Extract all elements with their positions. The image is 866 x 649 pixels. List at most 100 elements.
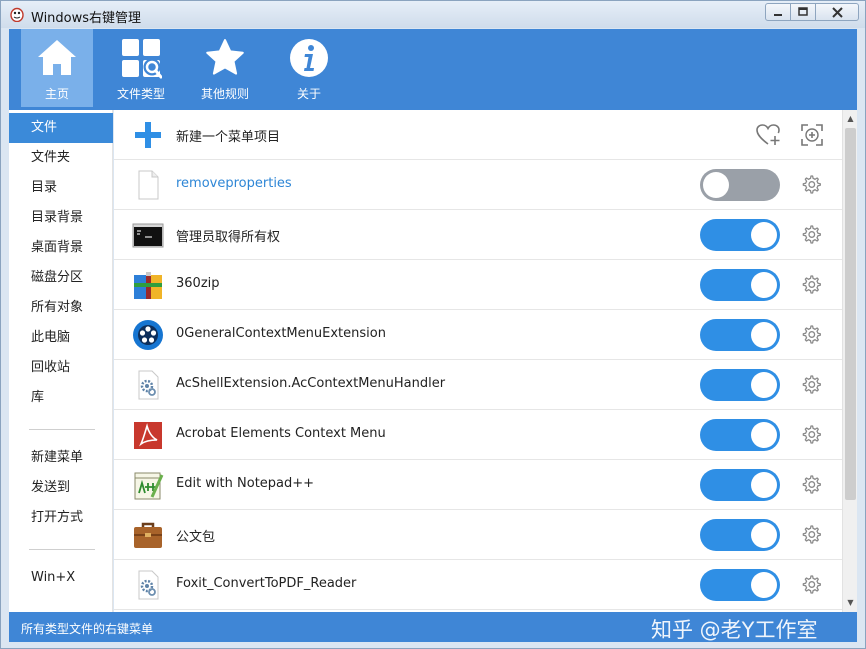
list-item[interactable]: Acrobat Elements Context Menu xyxy=(114,410,842,460)
close-button[interactable] xyxy=(815,3,859,21)
gear-icon[interactable] xyxy=(800,324,822,346)
maximize-icon xyxy=(798,7,808,16)
notepad-plus-icon xyxy=(134,472,164,500)
list-item[interactable]: removeproperties xyxy=(114,160,842,210)
sidebar-item-this-pc[interactable]: 此电脑 xyxy=(9,323,113,353)
list-item[interactable]: Foxit_ConvertToPDF_Reader xyxy=(114,560,842,610)
scroll-up-icon[interactable]: ▲ xyxy=(846,114,855,124)
toggle-switch[interactable] xyxy=(700,469,780,501)
tab-file-types-label: 文件类型 xyxy=(116,87,165,101)
new-menu-item-row[interactable]: 新建一个菜单项目 xyxy=(114,110,842,160)
toggle-switch[interactable] xyxy=(700,319,780,351)
list-item[interactable]: 管理员取得所有权 xyxy=(114,210,842,260)
minimize-button[interactable] xyxy=(765,3,791,21)
info-icon xyxy=(290,39,328,77)
sidebar-item-desktop-background[interactable]: 桌面背景 xyxy=(9,233,113,263)
gear-icon[interactable] xyxy=(800,424,822,446)
list-item-label: 0GeneralContextMenuExtension xyxy=(176,326,386,341)
sidebar-item-disk-partition[interactable]: 磁盘分区 xyxy=(9,263,113,293)
list-item-label: Edit with Notepad++ xyxy=(176,476,315,491)
toggle-knob xyxy=(751,372,777,398)
dll-gear-icon xyxy=(138,570,159,600)
list-item-label: Foxit_ConvertToPDF_Reader xyxy=(176,576,357,591)
toggle-switch[interactable] xyxy=(700,269,780,301)
tab-home[interactable]: 主页 xyxy=(21,29,93,107)
toggle-knob xyxy=(751,222,777,248)
list-item-label: removeproperties xyxy=(176,176,292,191)
scroll-down-icon[interactable]: ▼ xyxy=(846,598,855,608)
main-toolbar: 主页 文件类型 其他规则 关于 xyxy=(9,29,857,110)
sidebar-item-win-x[interactable]: Win+X xyxy=(9,563,113,593)
list-scrollbar[interactable]: ▲ ▼ xyxy=(842,110,857,612)
toggle-switch[interactable] xyxy=(700,169,780,201)
title-bar[interactable]: Windows右键管理 xyxy=(1,1,865,28)
tab-about[interactable]: 关于 xyxy=(273,29,345,107)
toggle-knob xyxy=(751,272,777,298)
list-item[interactable]: 公文包 xyxy=(114,510,842,560)
list-item[interactable]: AcShellExtension.AcContextMenuHandler xyxy=(114,360,842,410)
sidebar-item-open-with[interactable]: 打开方式 xyxy=(9,503,113,533)
list-item-label: 管理员取得所有权 xyxy=(176,230,281,245)
maximize-button[interactable] xyxy=(790,3,816,21)
sidebar-item-file[interactable]: 文件 xyxy=(9,113,113,143)
scroll-thumb[interactable] xyxy=(845,128,856,500)
list-item[interactable]: 0GeneralContextMenuExtension xyxy=(114,310,842,360)
toggle-knob xyxy=(751,522,777,548)
sidebar-item-folder[interactable]: 文件夹 xyxy=(9,143,113,173)
gear-icon[interactable] xyxy=(800,274,822,296)
sidebar-item-library[interactable]: 库 xyxy=(9,383,113,413)
window-title: Windows右键管理 xyxy=(31,11,142,26)
cmd-console-icon xyxy=(132,223,164,248)
gear-icon[interactable] xyxy=(800,174,822,196)
sidebar-item-directory[interactable]: 目录 xyxy=(9,173,113,203)
file-types-search-icon xyxy=(122,39,162,79)
tab-about-label: 关于 xyxy=(296,87,321,101)
tab-other-rules-label: 其他规则 xyxy=(200,87,249,101)
close-icon xyxy=(831,6,843,18)
toggle-knob xyxy=(751,422,777,448)
gear-icon[interactable] xyxy=(800,474,822,496)
toggle-switch[interactable] xyxy=(700,519,780,551)
gear-icon[interactable] xyxy=(800,574,822,596)
minimize-icon xyxy=(774,14,782,16)
sidebar: 文件 文件夹 目录 目录背景 桌面背景 磁盘分区 所有对象 此电脑 回收站 库 … xyxy=(9,110,113,612)
dll-gear-icon xyxy=(138,370,159,400)
sidebar-item-send-to[interactable]: 发送到 xyxy=(9,473,113,503)
toggle-knob xyxy=(751,472,777,498)
sidebar-item-directory-background[interactable]: 目录背景 xyxy=(9,203,113,233)
window-controls xyxy=(765,3,859,21)
favorite-add-icon[interactable] xyxy=(756,123,782,147)
list-item[interactable]: 360zip xyxy=(114,260,842,310)
tab-other-rules[interactable]: 其他规则 xyxy=(189,29,261,107)
star-icon xyxy=(206,39,244,75)
gear-icon[interactable] xyxy=(800,374,822,396)
toggle-knob xyxy=(751,572,777,598)
sidebar-divider xyxy=(29,429,95,430)
tab-file-types[interactable]: 文件类型 xyxy=(105,29,177,107)
sidebar-item-all-objects[interactable]: 所有对象 xyxy=(9,293,113,323)
toggle-switch[interactable] xyxy=(700,419,780,451)
new-menu-item-label: 新建一个菜单项目 xyxy=(176,130,281,145)
list-item[interactable]: Edit with Notepad++ xyxy=(114,460,842,510)
blank-file-icon xyxy=(138,170,159,200)
toggle-switch[interactable] xyxy=(700,369,780,401)
gear-icon[interactable] xyxy=(800,524,822,546)
acrobat-icon xyxy=(134,422,162,449)
sidebar-item-new-menu[interactable]: 新建菜单 xyxy=(9,443,113,473)
add-target-icon[interactable] xyxy=(800,123,824,147)
sidebar-divider xyxy=(29,549,95,550)
toggle-switch[interactable] xyxy=(700,219,780,251)
app-window: Windows右键管理 主页 文件类型 其他规则 关于 文件 文件夹 目录 目录… xyxy=(0,0,866,649)
list-item-label: AcShellExtension.AcContextMenuHandler xyxy=(176,376,446,391)
status-bar: 所有类型文件的右键菜单 知乎 @老Y工作室 xyxy=(9,612,857,642)
archive-icon xyxy=(134,272,162,299)
status-text: 所有类型文件的右键菜单 xyxy=(21,622,154,636)
tab-home-label: 主页 xyxy=(44,87,69,101)
film-reel-icon xyxy=(133,320,163,350)
app-logo-icon xyxy=(10,7,24,22)
list-item-label: 公文包 xyxy=(176,530,216,545)
toggle-switch[interactable] xyxy=(700,569,780,601)
briefcase-icon xyxy=(134,522,162,548)
sidebar-item-recycle-bin[interactable]: 回收站 xyxy=(9,353,113,383)
gear-icon[interactable] xyxy=(800,224,822,246)
